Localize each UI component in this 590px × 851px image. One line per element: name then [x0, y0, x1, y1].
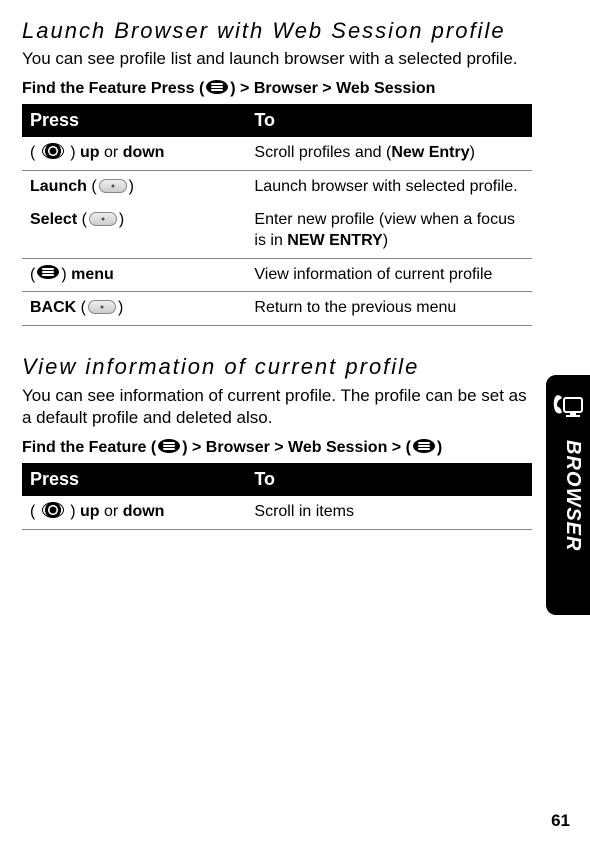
feature-suffix: ) > Browser > Web Session [230, 80, 435, 97]
table-row: ( ) up or down Scroll profiles and (New … [22, 137, 532, 170]
feature-prefix: Find the Feature ( [22, 439, 156, 456]
softkey-icon [99, 179, 127, 193]
section2-title: View information of current profile [22, 354, 532, 380]
or-label: or [100, 144, 123, 161]
feature-suffix: ) [437, 439, 442, 456]
table-row: Select () Enter new profile (view when a… [22, 204, 532, 258]
to-text: Return to the previous menu [246, 292, 532, 326]
to-text: View information of current profile [246, 258, 532, 292]
section1-feature: Find the Feature Press ( ) > Browser > We… [22, 80, 532, 98]
menu-label: menu [71, 266, 114, 283]
paren-open: ( [76, 299, 86, 316]
menu-icon [413, 439, 435, 453]
to-text: Scroll in items [246, 496, 532, 529]
table-row: ( ) up or down Scroll in items [22, 496, 532, 529]
to-text-post: ) [383, 232, 388, 249]
paren-open: ( [77, 211, 87, 228]
side-label: BROWSER [561, 440, 584, 551]
menu-icon [37, 265, 59, 279]
nav-icon [42, 502, 64, 518]
up-label: up [80, 503, 100, 520]
paren-close: ) [129, 178, 134, 195]
table-row: BACK () Return to the previous menu [22, 292, 532, 326]
paren-close: ) [119, 211, 124, 228]
paren-open: ( [30, 144, 35, 161]
new-entry-caps: NEW ENTRY [287, 232, 382, 249]
section1-title: Launch Browser with Web Session profile [22, 18, 532, 44]
table-row: Launch () Launch browser with selected p… [22, 171, 532, 204]
paren-open: ( [30, 503, 35, 520]
paren-open: ( [30, 266, 35, 283]
paren-close: ) [118, 299, 123, 316]
feature-mid: ) > Browser > Web Session > ( [182, 439, 411, 456]
section2-table: Press To ( ) up or down Scroll in items [22, 463, 532, 530]
paren-close: ) [61, 266, 71, 283]
paren-open: ( [87, 178, 97, 195]
section1-table: Press To ( ) up or down Scroll profiles … [22, 104, 532, 326]
back-label: BACK [30, 299, 76, 316]
phone-computer-icon [550, 390, 586, 426]
table-header-press: Press [22, 104, 246, 137]
paren-close: ) [70, 144, 80, 161]
select-label: Select [30, 211, 77, 228]
down-label: down [123, 503, 165, 520]
section1-body: You can see profile list and launch brow… [22, 48, 532, 70]
softkey-icon [89, 212, 117, 226]
nav-icon [42, 143, 64, 159]
feature-prefix: Find the Feature Press ( [22, 80, 204, 97]
table-header-to: To [246, 104, 532, 137]
paren-close: ) [70, 503, 80, 520]
up-label: up [80, 144, 100, 161]
table-header-to: To [246, 463, 532, 496]
softkey-icon [88, 300, 116, 314]
page-number: 61 [551, 811, 570, 831]
section2-body: You can see information of current profi… [22, 385, 532, 429]
to-text-post: ) [470, 144, 475, 161]
table-header-press: Press [22, 463, 246, 496]
or-label: or [100, 503, 123, 520]
down-label: down [123, 144, 165, 161]
menu-icon [206, 80, 228, 94]
new-entry-label: New Entry [391, 144, 469, 161]
menu-icon [158, 439, 180, 453]
section2-feature: Find the Feature ( ) > Browser > Web Sess… [22, 439, 532, 457]
to-text-pre: Scroll profiles and ( [254, 144, 391, 161]
table-row: () menu View information of current prof… [22, 258, 532, 292]
to-text: Launch browser with selected profile. [246, 171, 532, 204]
launch-label: Launch [30, 178, 87, 195]
